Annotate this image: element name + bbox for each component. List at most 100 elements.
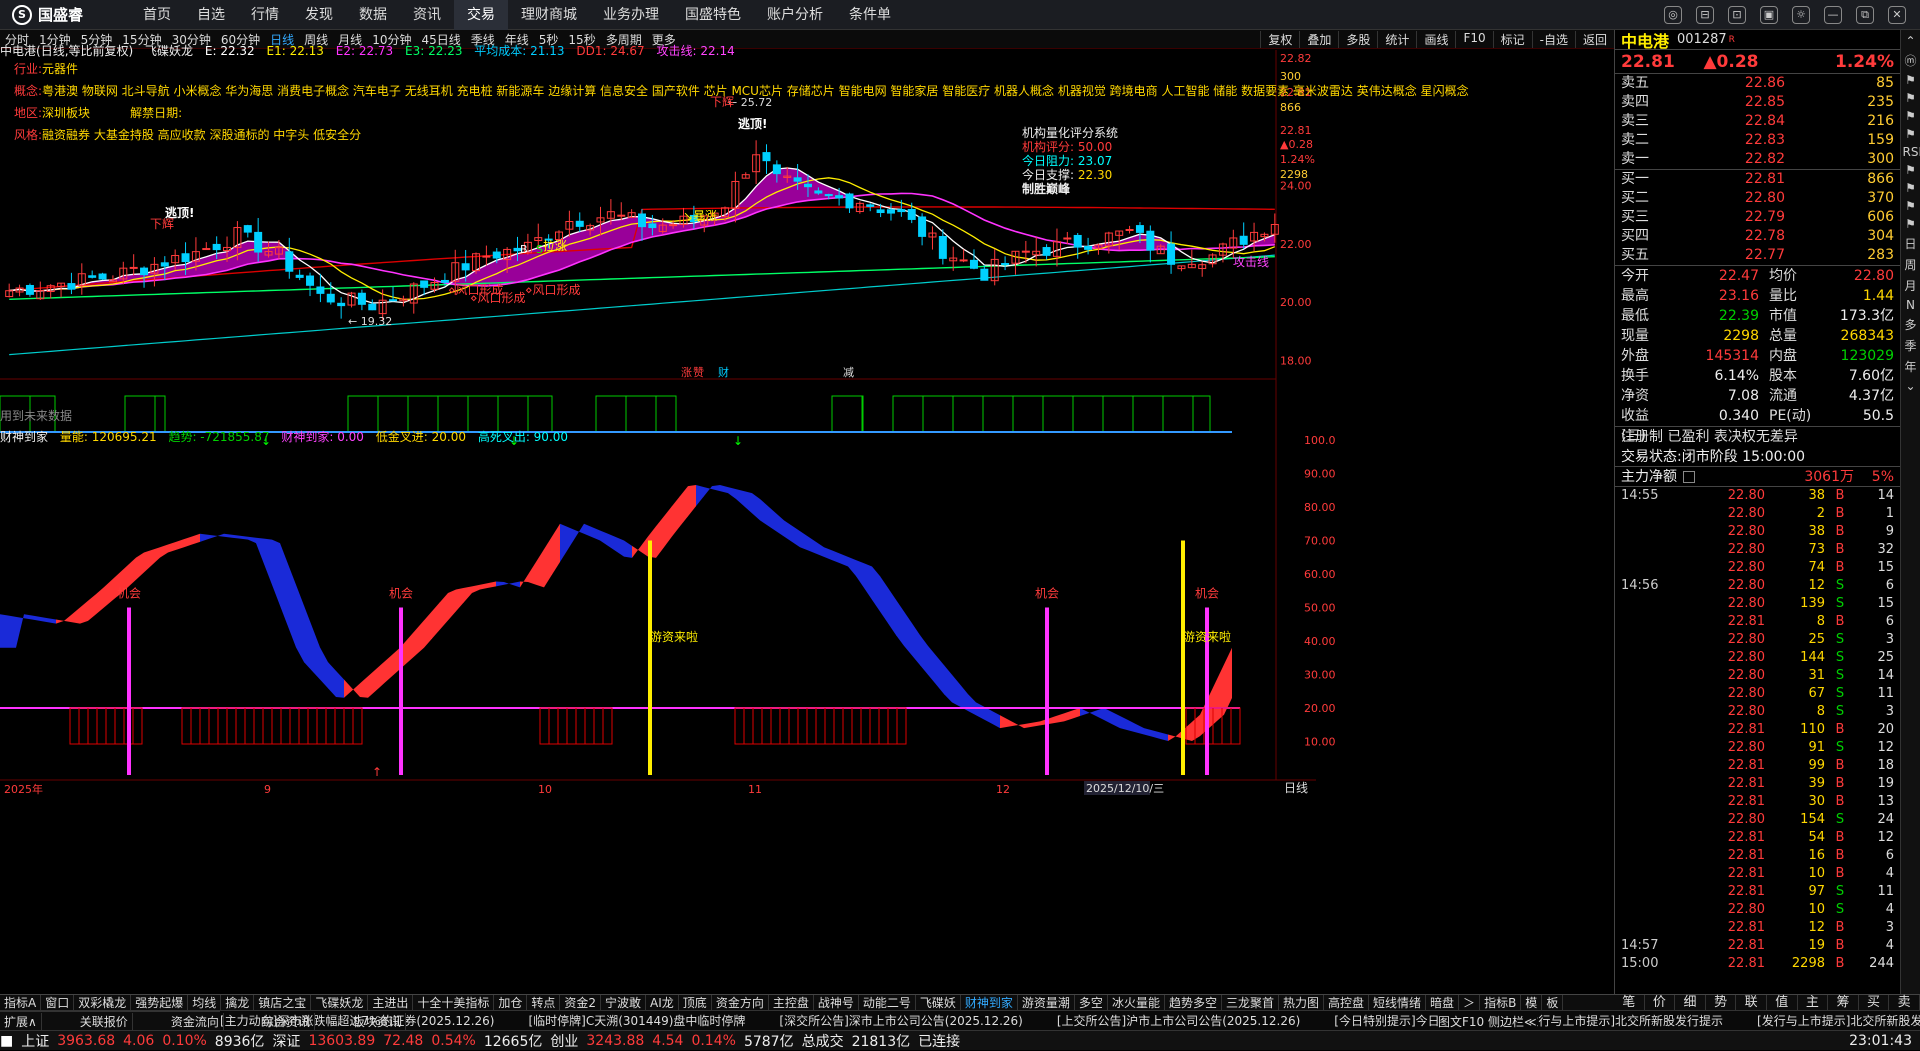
nav-item[interactable]: 首页 (130, 0, 184, 30)
news-item[interactable]: [临时停牌]C天溯(301449)盘中临时停牌 (528, 1012, 745, 1029)
indicator-tab[interactable]: ＞ (1459, 995, 1481, 1010)
nav-item[interactable]: 国盛特色 (672, 0, 754, 30)
window-control-icon[interactable]: — (1824, 5, 1842, 24)
indicator-tab[interactable]: AI龙 (646, 995, 679, 1010)
tick-list[interactable]: 14:55 22.80 38 B 14 22.80 2 B 1 22.80 38 B 9 22.80 73 B… (1615, 487, 1900, 973)
indicator-tab[interactable]: 均线 (188, 995, 222, 1010)
indicator-tab[interactable]: 转点 (527, 995, 561, 1010)
news-tail[interactable]: 图文F10 侧边栏≪ (1438, 1013, 1537, 1030)
side-tool-icon[interactable]: ⚑ (1903, 181, 1919, 195)
nav-item[interactable]: 条件单 (836, 0, 904, 30)
order-level[interactable]: 买五 22.77 283 (1615, 246, 1900, 265)
indicator-tab[interactable]: 窗口 (41, 995, 75, 1010)
indicator-tab[interactable]: 飞碟妖 (916, 995, 961, 1010)
window-control-icon[interactable]: ☼ (1792, 5, 1810, 24)
side-tool-icon[interactable]: 多 (1903, 316, 1919, 333)
order-level[interactable]: 买四 22.78 304 (1615, 227, 1900, 246)
indicator-tab[interactable]: 顶底 (679, 995, 712, 1010)
news-item[interactable]: [上交所公告]沪市上市公司公告(2025.12.26) (1057, 1012, 1300, 1029)
chart-tool-button[interactable]: 标记 (1492, 30, 1532, 48)
indicator-tab[interactable]: 指标A (0, 995, 42, 1010)
chart-tool-button[interactable]: 复权 (1260, 30, 1299, 48)
indicator-tab[interactable]: 宁波敢 (601, 995, 647, 1010)
news-item[interactable]: [发行与上市提示]北交所新股发行提示 (1522, 1012, 1723, 1029)
order-level[interactable]: 卖三 22.84 216 (1615, 112, 1900, 131)
sub-tab[interactable]: 资金流向 (167, 1013, 224, 1030)
chart-tool-button[interactable]: 多股 (1338, 30, 1377, 48)
quote-tab[interactable]: 筹 (1828, 995, 1859, 1010)
side-tool-icon[interactable]: 季 (1903, 337, 1919, 354)
quote-tab[interactable]: 细 (1675, 995, 1706, 1010)
indicator-tab[interactable]: 板 (1542, 995, 1564, 1010)
nav-item[interactable]: 业务办理 (590, 0, 672, 30)
side-tool-icon[interactable]: ⚑ (1903, 91, 1919, 105)
nav-item[interactable]: 理财商城 (508, 0, 590, 30)
main-flow[interactable]: 主力净额 3061万 5% (1615, 467, 1900, 487)
kline-chart[interactable]: 24.0022.0020.0018.0022.8230022.8186622.8… (0, 50, 1614, 994)
nav-item[interactable]: 自选 (184, 0, 238, 30)
indicator-tab[interactable]: 十全十美指标 (413, 995, 495, 1010)
side-tool-icon[interactable]: 日 (1903, 235, 1919, 252)
chart-tool-button[interactable]: 叠加 (1299, 30, 1338, 48)
chart-tool-button[interactable]: F10 (1455, 30, 1492, 48)
side-tool-icon[interactable]: N (1903, 298, 1919, 312)
indicator-tab[interactable]: 财神到家 (961, 995, 1018, 1010)
side-tool-icon[interactable]: ⚑ (1903, 109, 1919, 123)
indicator-tab[interactable]: 指标B (1480, 995, 1522, 1010)
side-tool-icon[interactable]: 月 (1903, 277, 1919, 294)
quote-tab[interactable]: 势 (1706, 995, 1737, 1010)
side-tool-icon[interactable]: ⚑ (1903, 163, 1919, 177)
indicator-tab[interactable]: 战神号 (814, 995, 859, 1010)
side-tool-icon[interactable]: ⚑ (1903, 199, 1919, 213)
quote-tab[interactable]: 买 (1859, 995, 1890, 1010)
window-control-icon[interactable]: ⊟ (1696, 5, 1714, 24)
chart-area[interactable]: 24.00 22.00 20.00 18.00 22.82 300 22.81 866 22.8… (0, 44, 1564, 994)
news-item[interactable]: [深交所公告]深市上市公司公告(2025.12.26) (779, 1012, 1022, 1029)
nav-item[interactable]: 账户分析 (754, 0, 836, 30)
indicator-tab[interactable]: 多空 (1075, 995, 1108, 1010)
order-level[interactable]: 买三 22.79 606 (1615, 208, 1900, 227)
news-item[interactable]: [发行与上市提示]北交所新股发行与上市提示 (1757, 1012, 1920, 1029)
order-level[interactable]: 买一 22.81 866 (1615, 170, 1900, 189)
sub-tab[interactable]: 扩展∧ (0, 1013, 42, 1030)
window-control-icon[interactable]: ⊡ (1728, 5, 1746, 24)
indicator-tab[interactable]: 主控盘 (769, 995, 814, 1010)
order-level[interactable]: 卖五 22.86 85 (1615, 74, 1900, 93)
order-level[interactable]: 卖一 22.82 300 (1615, 150, 1900, 169)
chart-tool-button[interactable]: 统计 (1377, 30, 1416, 48)
nav-item[interactable]: 数据 (346, 0, 400, 30)
side-tool-icon[interactable]: 周 (1903, 256, 1919, 273)
chart-tool-button[interactable]: 画线 (1416, 30, 1455, 48)
nav-item[interactable]: 资讯 (400, 0, 454, 30)
quote-tab[interactable]: 联 (1736, 995, 1767, 1010)
indicator-tab[interactable]: 资金方向 (712, 995, 769, 1010)
indicator-tab[interactable]: 游资量潮 (1018, 995, 1075, 1010)
sub-tab[interactable]: 综合资讯 (258, 1013, 315, 1030)
quote-tab[interactable]: 卖 (1889, 995, 1920, 1010)
order-level[interactable]: 卖二 22.83 159 (1615, 131, 1900, 150)
indicator-tab[interactable]: 趋势多空 (1165, 995, 1222, 1010)
side-tool-icon[interactable]: ⚑ (1903, 127, 1919, 141)
indicator-tab[interactable]: 冰火量能 (1108, 995, 1165, 1010)
quote-tab[interactable]: 价 (1645, 995, 1676, 1010)
window-control-icon[interactable]: ✕ (1888, 5, 1906, 24)
indicator-tab[interactable]: 加仓 (494, 995, 528, 1010)
order-level[interactable]: 买二 22.80 370 (1615, 189, 1900, 208)
sub-tab[interactable]: 关联报价 (76, 1013, 133, 1030)
window-control-icon[interactable]: ◎ (1664, 5, 1682, 24)
indicator-tab[interactable]: 模 (1521, 995, 1543, 1010)
chart-tool-button[interactable]: 返回 (1574, 30, 1614, 48)
indicator-tab[interactable]: 三龙聚首 (1222, 995, 1279, 1010)
window-control-icon[interactable]: ⧉ (1856, 5, 1874, 24)
indicator-tab[interactable]: 短线情绪 (1369, 995, 1427, 1010)
side-tool-icon[interactable]: 年 (1903, 358, 1919, 375)
nav-item[interactable]: 交易 (454, 0, 508, 30)
order-level[interactable]: 卖四 22.85 235 (1615, 93, 1900, 112)
side-tool-icon[interactable]: ⌄ (1903, 379, 1919, 393)
indicator-tab[interactable]: 强势起爆 (131, 995, 189, 1010)
indicator-tab[interactable]: 热力图 (1279, 995, 1324, 1010)
quote-tab[interactable]: 值 (1767, 995, 1798, 1010)
indicator-tab[interactable]: 飞碟妖龙 (311, 995, 369, 1010)
side-tool-icon[interactable]: ⚑ (1903, 73, 1919, 87)
quote-tab[interactable]: 笔 (1614, 995, 1645, 1010)
